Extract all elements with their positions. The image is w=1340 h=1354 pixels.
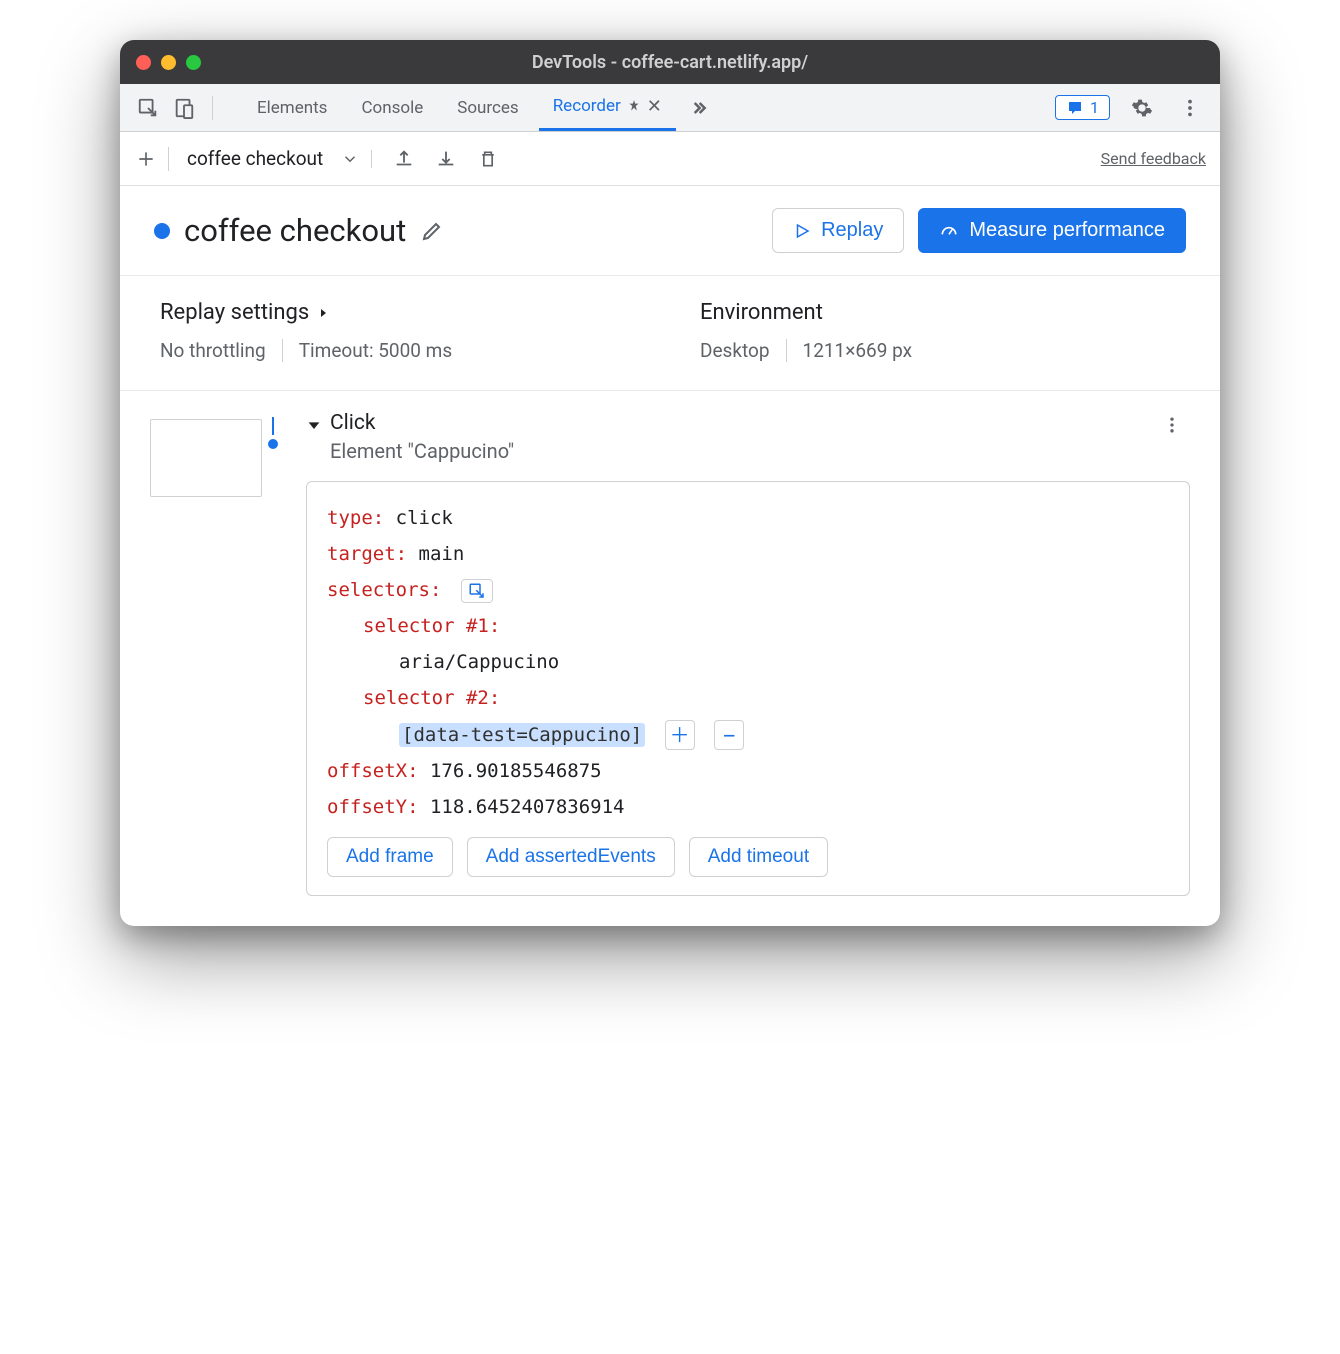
type-key: type [327,507,373,529]
environment-block: Environment Desktop 1211×669 px [700,300,1180,362]
recording-select[interactable] [341,150,372,168]
titlebar: DevTools - coffee-cart.netlify.app/ [120,40,1220,84]
window-title: DevTools - coffee-cart.netlify.app/ [532,52,808,73]
step-header[interactable]: Click Element "Cappucino" [282,411,1190,463]
selector1-key: selector #1 [363,615,489,637]
close-window-button[interactable] [136,55,151,70]
replay-settings-block: Replay settings No throttling Timeout: 5… [160,300,640,362]
row-selectors[interactable]: selectors: [327,572,1169,608]
more-tabs-icon[interactable] [682,84,714,131]
row-selector-2[interactable]: selector #2: [327,680,1169,716]
measure-performance-button[interactable]: Measure performance [918,208,1186,253]
gauge-icon [939,221,959,241]
chevron-down-icon [341,150,359,168]
row-target[interactable]: target: main [327,536,1169,572]
measure-label: Measure performance [969,219,1165,242]
recording-header: coffee checkout Replay Measure performan… [120,186,1220,276]
environment-title: Environment [700,300,1180,325]
step-thumbnail[interactable] [150,419,262,497]
dimensions-value: 1211×669 px [803,339,913,362]
tab-recorder[interactable]: Recorder ✕ [539,84,676,131]
tab-sources[interactable]: Sources [443,84,532,131]
step-action-row: Add frame Add assertedEvents Add timeout [327,837,1169,877]
selectors-key: selectors [327,579,430,601]
pin-icon [627,99,641,113]
tab-elements[interactable]: Elements [243,84,341,131]
import-button[interactable] [430,143,462,175]
replay-settings-title[interactable]: Replay settings [160,300,640,325]
replay-label: Replay [821,219,883,242]
timeout-value: Timeout: 5000 ms [299,339,452,362]
more-menu-icon[interactable] [1174,92,1206,124]
step-menu-button[interactable] [1154,411,1190,439]
traffic-lights [136,55,201,70]
inspect-element-icon[interactable] [134,94,162,122]
step-content: Click Element "Cappucino" type: click ta… [282,411,1190,896]
remove-selector-button[interactable]: − [714,720,744,750]
throttling-value: No throttling [160,339,283,362]
expand-icon [306,417,322,433]
tab-console[interactable]: Console [347,84,437,131]
device-toggle-icon[interactable] [170,94,198,122]
row-offsetx[interactable]: offsetX: 176.90185546875 [327,753,1169,789]
settings-row: Replay settings No throttling Timeout: 5… [120,276,1220,391]
offsety-val: 118.6452407836914 [430,796,624,818]
device-value: Desktop [700,339,787,362]
toolbar-right: 1 [1055,92,1206,124]
edit-title-button[interactable] [420,219,444,243]
main-toolbar: Elements Console Sources Recorder ✕ 1 [120,84,1220,132]
settings-icon[interactable] [1126,92,1158,124]
row-offsety[interactable]: offsetY: 118.6452407836914 [327,789,1169,825]
selector2-key: selector #2 [363,687,489,709]
target-key: target [327,543,396,565]
offsetx-val: 176.90185546875 [430,760,602,782]
step-rail [272,417,274,435]
maximize-window-button[interactable] [186,55,201,70]
panel-tabs: Elements Console Sources Recorder ✕ [243,84,714,131]
target-val: main [419,543,465,565]
issues-icon [1066,99,1084,117]
row-selector-2-val[interactable]: [data-test=Cappucino] ＋ − [327,717,1169,753]
step-title: Click [330,411,1146,435]
tab-recorder-label: Recorder [553,96,621,116]
export-button[interactable] [388,143,420,175]
devtools-window: DevTools - coffee-cart.netlify.app/ Elem… [120,40,1220,926]
replay-button[interactable]: Replay [772,208,904,253]
offsetx-key: offsetX [327,760,407,782]
row-selector-1-val[interactable]: aria/Cappucino [327,644,1169,680]
add-recording-button[interactable] [134,147,158,171]
divider [168,147,169,171]
recording-title: coffee checkout [184,212,406,249]
play-icon [793,222,811,240]
row-type[interactable]: type: click [327,500,1169,536]
recording-status-dot [154,223,170,239]
issues-badge[interactable]: 1 [1055,95,1110,120]
add-timeout-button[interactable]: Add timeout [689,837,828,877]
add-frame-button[interactable]: Add frame [327,837,453,877]
step-subtitle: Element "Cappucino" [330,439,1146,463]
step-dot [268,439,278,449]
offsety-key: offsetY [327,796,407,818]
minimize-window-button[interactable] [161,55,176,70]
delete-button[interactable] [472,143,504,175]
selector1-val: aria/Cappucino [399,651,559,673]
step-detail: type: click target: main selectors: sele… [306,481,1190,896]
issues-count: 1 [1090,98,1099,117]
chevron-right-icon [317,307,329,319]
close-tab-icon[interactable]: ✕ [647,96,662,117]
selector2-val: [data-test=Cappucino] [399,723,645,747]
step-area: Click Element "Cappucino" type: click ta… [120,391,1220,926]
divider [212,96,213,120]
selector-picker-button[interactable] [461,579,493,603]
add-asserted-events-button[interactable]: Add assertedEvents [467,837,675,877]
recording-select-name: coffee checkout [179,147,331,170]
type-val: click [396,507,453,529]
row-selector-1[interactable]: selector #1: [327,608,1169,644]
replay-settings-values: No throttling Timeout: 5000 ms [160,339,640,362]
send-feedback-link[interactable]: Send feedback [1101,149,1206,168]
add-selector-button[interactable]: ＋ [665,720,695,750]
environment-values: Desktop 1211×669 px [700,339,1180,362]
recorder-subtoolbar: coffee checkout Send feedback [120,132,1220,186]
